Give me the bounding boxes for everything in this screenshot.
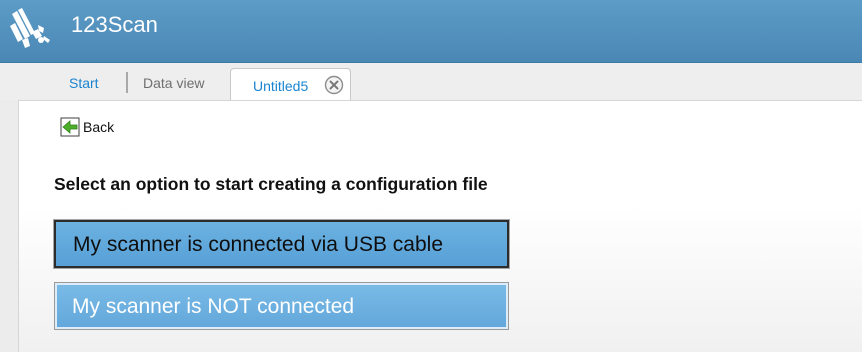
- close-tab-icon[interactable]: [324, 75, 344, 95]
- zebra-logo-icon: [10, 8, 50, 48]
- tab-untitled5[interactable]: Untitled5: [230, 68, 351, 101]
- title-bar: 123Scan: [0, 0, 862, 63]
- start-panel: Back Select an option to start creating …: [18, 100, 862, 352]
- tab-data-view[interactable]: Data view: [143, 75, 204, 91]
- tab-strip: Start Data view Untitled5: [0, 63, 862, 101]
- tab-divider: [126, 72, 128, 93]
- not-connected-label: My scanner is NOT connected: [72, 295, 355, 318]
- tab-untitled5-label: Untitled5: [253, 78, 309, 94]
- tab-start[interactable]: Start: [69, 75, 99, 91]
- app-title: 123Scan: [71, 12, 158, 37]
- page-heading: Select an option to start creating a con…: [54, 174, 488, 194]
- usb-connected-label: My scanner is connected via USB cable: [73, 233, 444, 256]
- not-connected-button[interactable]: My scanner is NOT connected: [54, 282, 509, 330]
- back-label: Back: [83, 119, 115, 135]
- back-arrow-icon: [60, 117, 80, 137]
- usb-connected-button[interactable]: My scanner is connected via USB cable: [53, 219, 510, 269]
